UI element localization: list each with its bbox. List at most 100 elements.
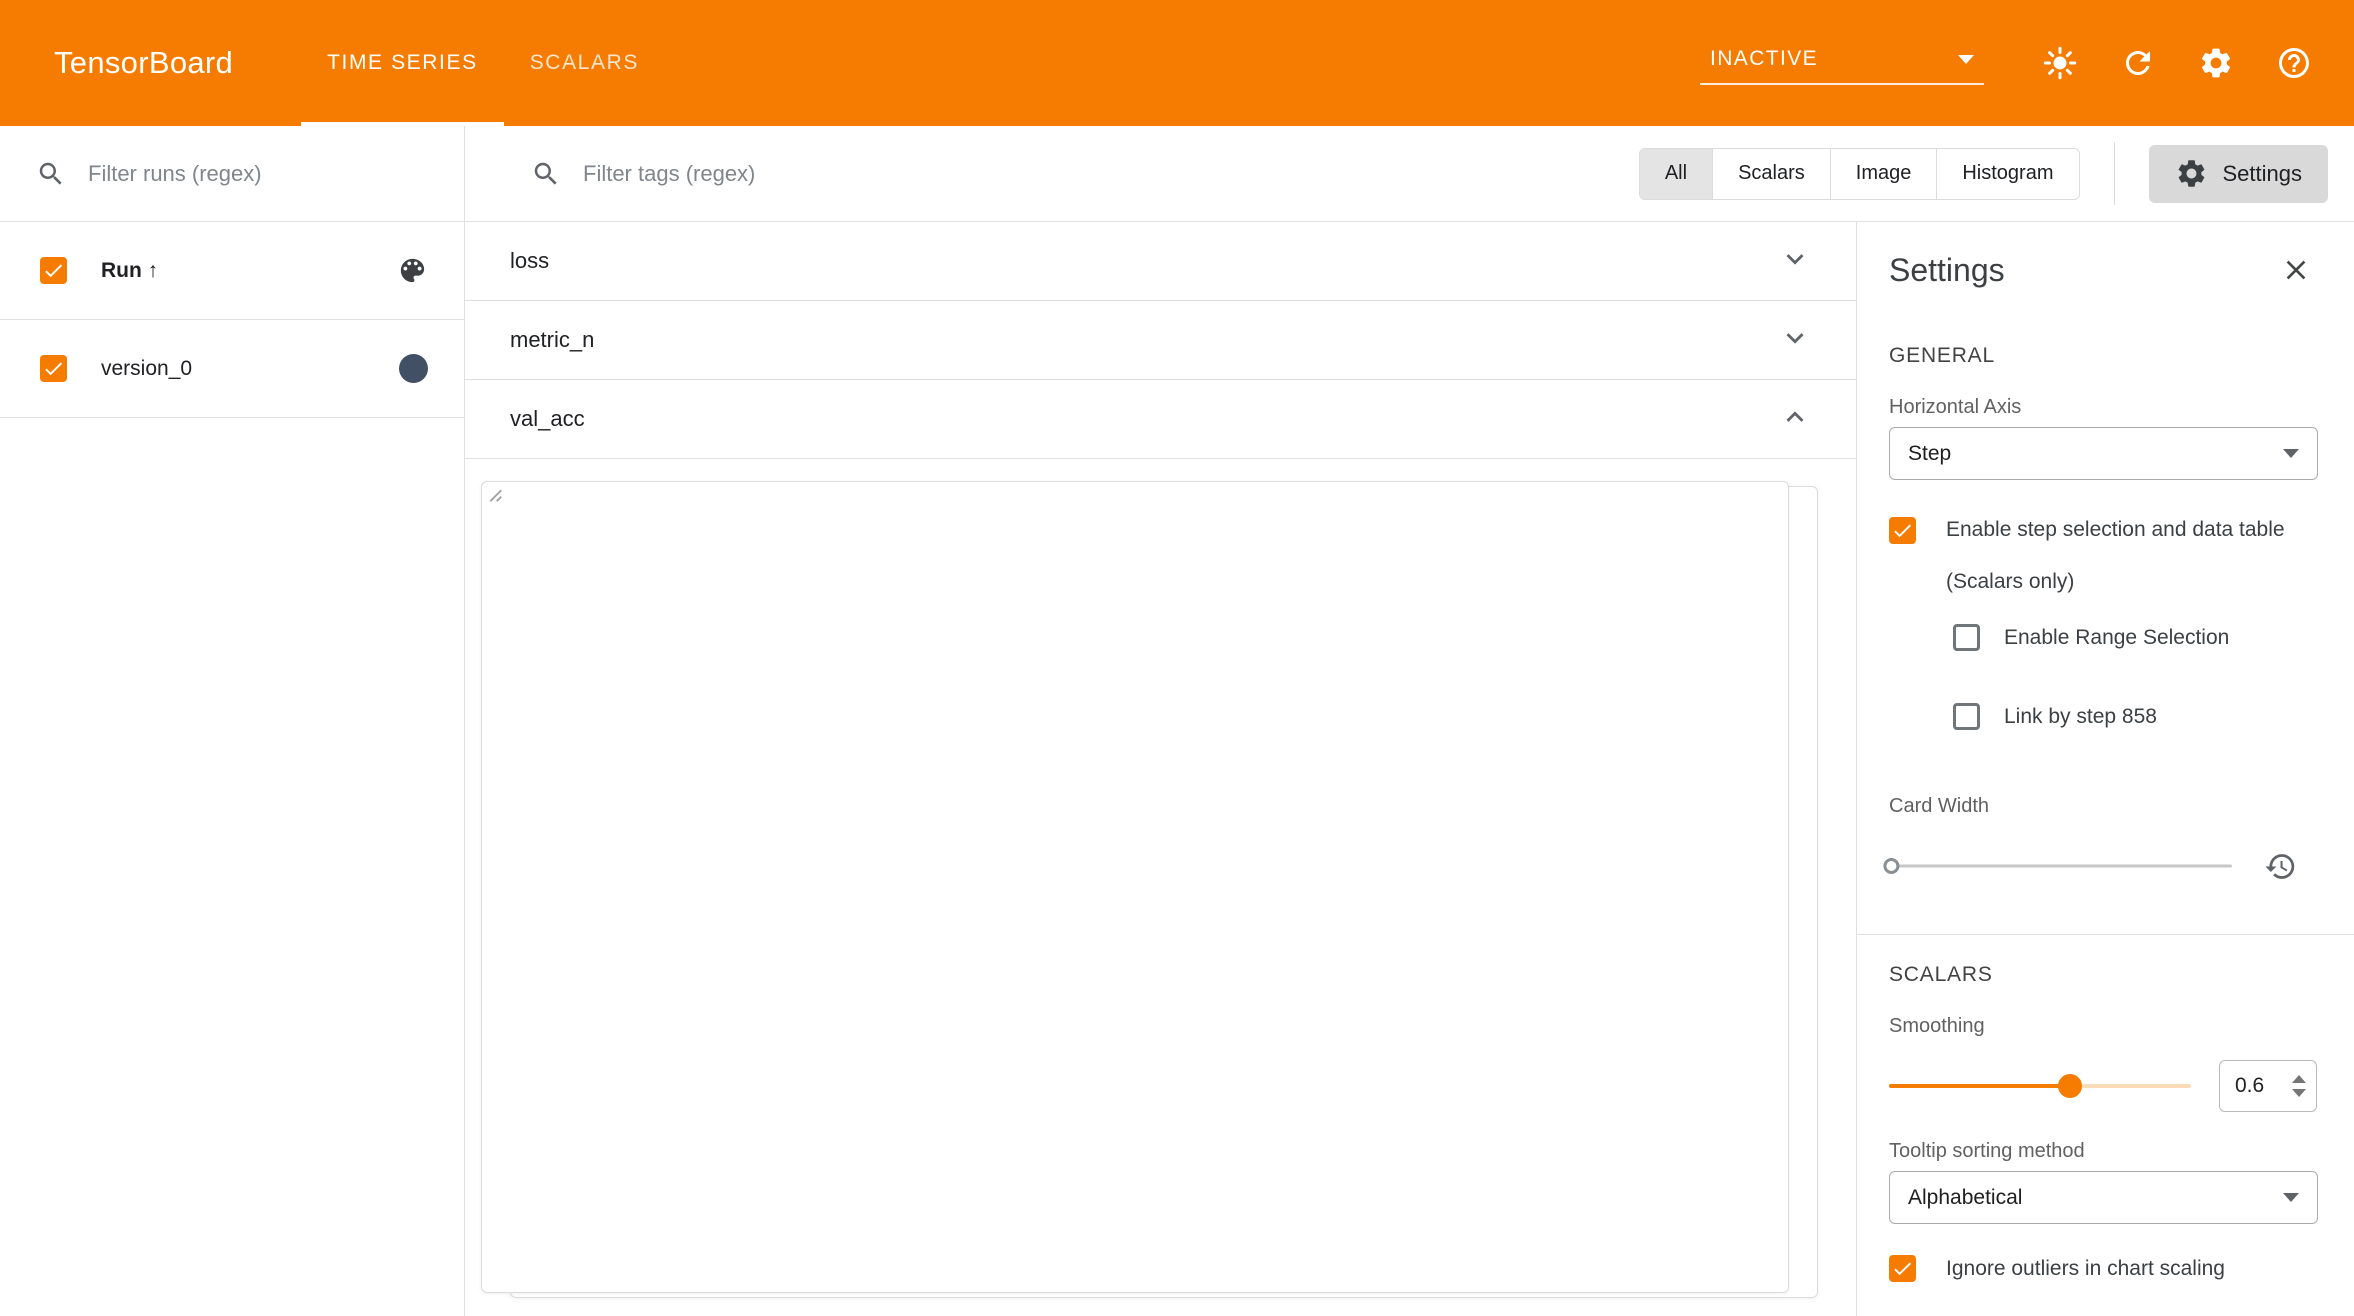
chip-all[interactable]: All bbox=[1640, 149, 1712, 199]
tag-type-filter-group: All Scalars Image Histogram bbox=[1639, 148, 2080, 200]
smoothing-value: 0.6 bbox=[2235, 1074, 2292, 1098]
general-heading: GENERAL bbox=[1889, 344, 2318, 368]
runs-header-row: Run ↑ bbox=[0, 222, 464, 320]
reset-card-width-button[interactable] bbox=[2258, 844, 2302, 888]
select-all-runs-checkbox[interactable] bbox=[40, 257, 67, 284]
smoothing-value-input[interactable]: 0.6 bbox=[2219, 1060, 2317, 1112]
slider-thumb[interactable] bbox=[1883, 858, 1899, 874]
settings-button-label: Settings bbox=[2223, 161, 2303, 187]
settings-title: Settings bbox=[1889, 252, 2005, 289]
run-row-version-0[interactable]: version_0 bbox=[0, 320, 464, 418]
chevron-down-icon bbox=[1958, 55, 1974, 64]
smoothing-label: Smoothing bbox=[1889, 1015, 2318, 1038]
help-button[interactable] bbox=[2266, 35, 2322, 91]
gear-icon bbox=[2198, 45, 2234, 81]
section-val-acc[interactable]: val_acc bbox=[465, 380, 1856, 459]
chevron-down-icon[interactable] bbox=[1778, 321, 1812, 360]
tag-toolbar: All Scalars Image Histogram Settings bbox=[465, 126, 2354, 222]
tab-time-series[interactable]: TIME SERIES bbox=[301, 0, 504, 126]
link-by-step-checkbox[interactable] bbox=[1953, 703, 1980, 730]
chevron-down-icon[interactable] bbox=[1778, 242, 1812, 281]
close-settings-button[interactable] bbox=[2274, 248, 2318, 292]
check-icon bbox=[42, 357, 65, 380]
top-bar-actions: INACTIVE bbox=[1700, 35, 2354, 91]
section-label: loss bbox=[510, 248, 549, 274]
tooltip-sort-value: Alphabetical bbox=[1908, 1186, 2022, 1210]
step-selection-checkbox[interactable] bbox=[1889, 517, 1916, 544]
gear-icon bbox=[2175, 157, 2208, 190]
range-selection-checkbox[interactable] bbox=[1953, 624, 1980, 651]
toolbar-divider bbox=[2114, 142, 2115, 205]
horizontal-axis-value: Step bbox=[1908, 442, 1951, 466]
reload-status-select[interactable]: INACTIVE bbox=[1700, 41, 1984, 85]
settings-panel: Settings GENERAL Horizontal Axis Step En… bbox=[1856, 222, 2354, 1316]
panel-divider bbox=[1857, 934, 2354, 935]
top-bar: TensorBoard TIME SERIES SCALARS INACTIVE bbox=[0, 0, 2354, 126]
card-resize-handle[interactable] bbox=[481, 481, 1789, 1293]
chip-image[interactable]: Image bbox=[1830, 149, 1937, 199]
status-label: INACTIVE bbox=[1710, 47, 1818, 71]
range-selection-label: Enable Range Selection bbox=[2004, 626, 2229, 650]
card-width-slider[interactable] bbox=[1889, 848, 2232, 884]
smoothing-slider[interactable] bbox=[1889, 1068, 2191, 1104]
main-content: loss metric_n val_acc val_acc bbox=[465, 222, 1856, 1316]
card-width-slider-row bbox=[1889, 844, 2318, 888]
horizontal-axis-select[interactable]: Step bbox=[1889, 427, 2318, 480]
chip-scalars[interactable]: Scalars bbox=[1712, 149, 1830, 199]
brightness-toggle-button[interactable] bbox=[2032, 35, 2088, 91]
stepper-up-icon[interactable] bbox=[2292, 1075, 2306, 1083]
runs-filter-input[interactable] bbox=[88, 161, 376, 187]
run-checkbox[interactable] bbox=[40, 355, 67, 382]
settings-panel-header: Settings bbox=[1889, 238, 2318, 302]
step-selection-checkbox-row[interactable]: Enable step selection and data table (Sc… bbox=[1889, 504, 2318, 608]
palette-icon[interactable] bbox=[397, 255, 428, 286]
tab-scalars[interactable]: SCALARS bbox=[504, 0, 665, 126]
close-icon bbox=[2280, 254, 2312, 286]
search-icon bbox=[36, 159, 66, 189]
chip-histogram[interactable]: Histogram bbox=[1936, 149, 2078, 199]
section-label: val_acc bbox=[510, 406, 585, 432]
run-color-swatch[interactable] bbox=[399, 354, 428, 383]
sun-icon bbox=[2042, 45, 2078, 81]
link-by-step-checkbox-row[interactable]: Link by step 858 bbox=[1953, 690, 2318, 743]
check-icon bbox=[42, 259, 65, 282]
tooltip-sort-select[interactable]: Alphabetical bbox=[1889, 1171, 2318, 1224]
chevron-down-icon bbox=[2283, 449, 2299, 458]
number-steppers[interactable] bbox=[2292, 1075, 2306, 1097]
global-settings-button[interactable] bbox=[2188, 35, 2244, 91]
main-tabs: TIME SERIES SCALARS bbox=[301, 0, 665, 126]
runs-sidebar: Run ↑ version_0 bbox=[0, 126, 465, 1316]
tensorboard-app: TensorBoard TIME SERIES SCALARS INACTIVE bbox=[0, 0, 2354, 1316]
help-icon bbox=[2276, 45, 2312, 81]
search-icon bbox=[531, 159, 561, 189]
run-name: version_0 bbox=[101, 357, 192, 381]
scalar-card-val-acc: val_acc bbox=[510, 486, 1818, 1298]
step-selection-label-line2: (Scalars only) bbox=[1946, 556, 2285, 608]
check-icon bbox=[1891, 1257, 1914, 1280]
link-by-step-label: Link by step 858 bbox=[2004, 705, 2157, 729]
section-loss[interactable]: loss bbox=[465, 222, 1856, 301]
slider-track bbox=[1889, 865, 2232, 868]
chevron-down-icon bbox=[2283, 1193, 2299, 1202]
check-icon bbox=[1891, 519, 1914, 542]
range-selection-checkbox-row[interactable]: Enable Range Selection bbox=[1953, 611, 2318, 664]
stepper-down-icon[interactable] bbox=[2292, 1089, 2306, 1097]
step-selection-label-line1: Enable step selection and data table bbox=[1946, 504, 2285, 556]
chevron-up-icon[interactable] bbox=[1778, 400, 1812, 439]
refresh-button[interactable] bbox=[2110, 35, 2166, 91]
slider-active-track bbox=[1889, 1084, 2070, 1088]
ignore-outliers-checkbox[interactable] bbox=[1889, 1255, 1916, 1282]
runs-column-header[interactable]: Run ↑ bbox=[101, 259, 158, 283]
refresh-icon bbox=[2120, 45, 2156, 81]
horizontal-axis-label: Horizontal Axis bbox=[1889, 396, 2318, 419]
ignore-outliers-checkbox-row[interactable]: Ignore outliers in chart scaling bbox=[1889, 1242, 2318, 1295]
section-metric-n[interactable]: metric_n bbox=[465, 301, 1856, 380]
slider-thumb[interactable] bbox=[2058, 1074, 2082, 1098]
scalars-heading: SCALARS bbox=[1889, 963, 2318, 987]
section-label: metric_n bbox=[510, 327, 594, 353]
slider-inactive-track bbox=[2082, 1084, 2191, 1088]
tooltip-sort-label: Tooltip sorting method bbox=[1889, 1140, 2318, 1163]
tag-filter-input[interactable] bbox=[583, 161, 1103, 187]
settings-toggle-button[interactable]: Settings bbox=[2149, 145, 2329, 203]
card-width-label: Card Width bbox=[1889, 795, 2318, 818]
